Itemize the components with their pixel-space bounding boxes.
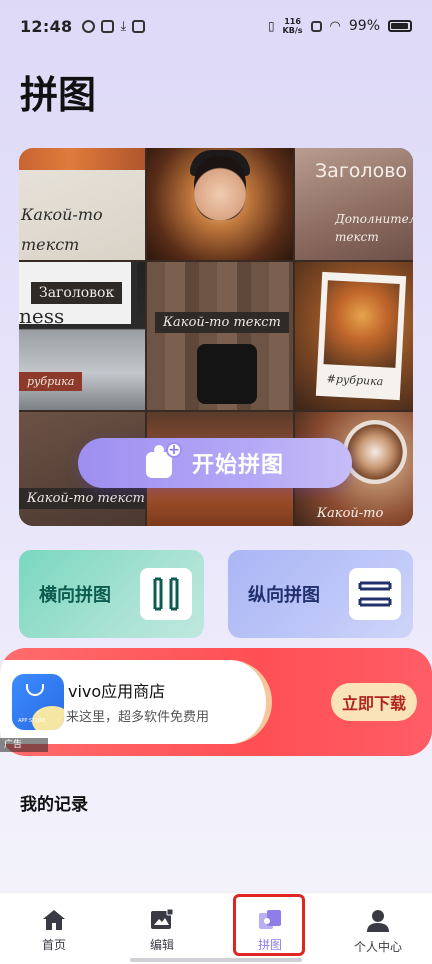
- net-speed-unit: KB/s: [282, 26, 303, 35]
- tab-me[interactable]: 个人中心: [324, 893, 432, 964]
- tab-edit-label: 编辑: [149, 938, 174, 952]
- polaroid-frame: #рубрика: [315, 271, 407, 401]
- horizontal-layout-icon: [140, 568, 192, 620]
- tile-text-1: Какой-то текст: [21, 205, 103, 254]
- puzzle-add-icon: +: [145, 442, 182, 480]
- portrait-face: [194, 156, 246, 220]
- vertical-puzzle-label: 纵向拼图: [248, 585, 320, 606]
- coffee-cup: [343, 420, 407, 484]
- records-title: 我的记录: [20, 795, 88, 815]
- horizontal-puzzle-card[interactable]: 横向拼图: [19, 550, 204, 638]
- vibrate-icon: ▯: [267, 19, 275, 33]
- tile-text-5: Какой-то текст: [155, 312, 289, 333]
- tile-sub-3: Дополнительны текст: [335, 212, 413, 244]
- tile-tag-6: #рубрика: [326, 372, 384, 389]
- start-puzzle-button[interactable]: + 开始拼图: [78, 438, 352, 488]
- collage-tile-4: Заголовок ness рубрика: [19, 262, 145, 410]
- image-edit-icon: [151, 909, 174, 929]
- home-indicator[interactable]: [130, 958, 302, 962]
- person-icon: [367, 910, 389, 932]
- sync-icon: [82, 19, 96, 33]
- home-icon: [43, 910, 65, 930]
- collage-tile-3: Заголово Дополнительны текст: [295, 148, 413, 260]
- tile-title-3: Заголово: [315, 160, 408, 182]
- tab-edit[interactable]: 编辑: [108, 893, 216, 964]
- start-puzzle-label: 开始拼图: [191, 453, 284, 478]
- tab-me-label: 个人中心: [353, 940, 402, 954]
- wifi-icon: ◠: [329, 18, 341, 34]
- status-time: 12:48: [20, 16, 73, 36]
- phone-photo: [197, 344, 257, 404]
- ad-title: vivo应用商店: [68, 682, 166, 701]
- status-right: ▯ 116 KB/s ◠ 99%: [268, 17, 412, 35]
- active-tab-highlight: [233, 894, 305, 956]
- horizontal-layout-glyph: [153, 577, 179, 611]
- tile-partial-4: ness: [19, 304, 65, 328]
- vertical-puzzle-card[interactable]: 纵向拼图: [228, 550, 413, 638]
- polaroid-photo: [323, 280, 400, 368]
- horizontal-puzzle-label: 横向拼图: [39, 585, 111, 606]
- ad-download-button[interactable]: 立即下载: [331, 683, 417, 721]
- sim-icon: [310, 20, 322, 32]
- battery-percent: 99%: [348, 18, 380, 34]
- tile-text-7: Какой-то текст: [19, 488, 145, 509]
- battery-icon: [388, 20, 412, 32]
- collage-tile-1: Какой-то текст: [19, 148, 145, 260]
- status-bar: 12:48 ⤓ ▯ 116 KB/s ◠ 99%: [0, 0, 432, 52]
- vertical-layout-glyph: [358, 581, 392, 607]
- tab-home[interactable]: 首页: [0, 893, 108, 964]
- page-title: 拼图: [20, 73, 97, 117]
- bottom-tab-bar: 首页 编辑 拼图 个人中心: [0, 892, 432, 964]
- ad-subtitle: 来这里，超多软件免费用: [66, 710, 210, 725]
- message-icon: [132, 19, 146, 33]
- collage-tile-2: [147, 148, 293, 260]
- vertical-layout-icon: [349, 568, 401, 620]
- net-speed: 116 KB/s: [283, 17, 303, 35]
- collage-tile-6: #рубрика: [295, 262, 413, 410]
- status-left: 12:48 ⤓: [20, 16, 146, 36]
- media-icon: [101, 19, 115, 33]
- tab-home-label: 首页: [41, 938, 66, 952]
- tile-text-9: Какой-то: [317, 506, 384, 521]
- tile-heading-4: Заголовок: [31, 282, 123, 304]
- app-store-logo-text: APP STORE: [18, 718, 46, 724]
- plus-badge: +: [165, 442, 182, 458]
- collage-tile-5: Какой-то текст: [147, 262, 293, 410]
- net-speed-value: 116: [284, 17, 301, 26]
- app-store-logo-icon: APP STORE: [12, 674, 64, 730]
- download-icon: ⤓: [120, 18, 127, 34]
- ad-tag: 广告: [0, 738, 48, 752]
- tile-tag-4: рубрика: [19, 372, 83, 391]
